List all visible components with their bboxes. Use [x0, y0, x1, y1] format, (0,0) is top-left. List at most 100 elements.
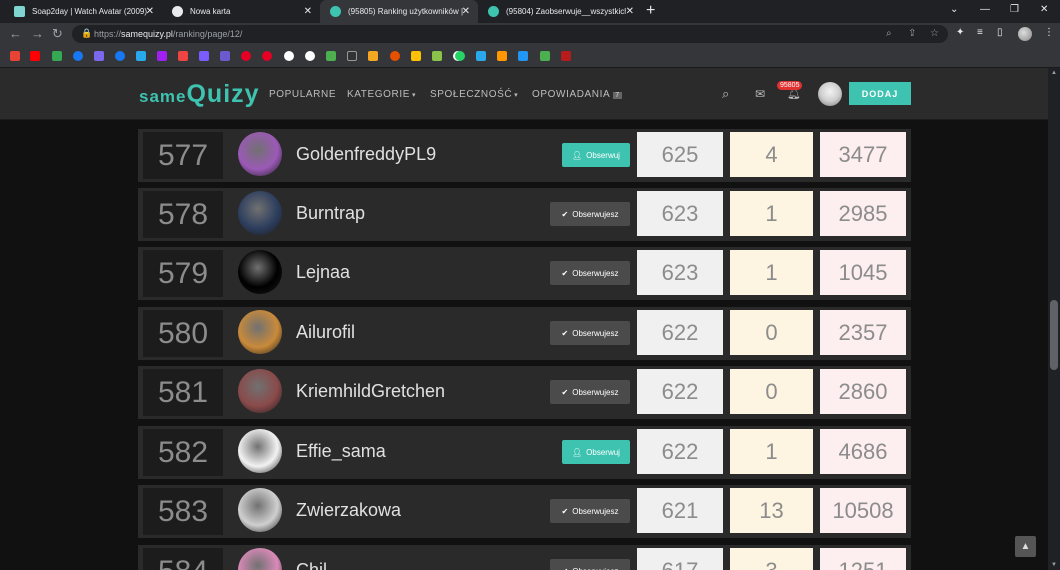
scroll-down-icon[interactable]: ▼ [1051, 562, 1057, 568]
bookmark-icon[interactable] [497, 51, 507, 61]
following-button[interactable]: ✔Obserwujesz [550, 380, 630, 404]
avatar[interactable] [238, 310, 282, 354]
bookmark-pinterest-icon[interactable] [241, 51, 251, 61]
avatar[interactable] [818, 82, 842, 106]
close-icon[interactable]: ✕ [462, 6, 470, 17]
bookmark-icon[interactable] [94, 51, 104, 61]
avatar[interactable] [238, 429, 282, 473]
bookmark-icon[interactable] [518, 51, 528, 61]
bookmark-icon[interactable] [347, 51, 357, 61]
bookmark-icon[interactable] [178, 51, 188, 61]
bookmark-telegram-icon[interactable] [136, 51, 146, 61]
close-icon[interactable]: ✕ [146, 6, 154, 17]
bookmark-icon[interactable] [390, 51, 400, 61]
nav-item-opowiadania[interactable]: OPOWIADANIA 7 [532, 89, 622, 100]
forward-icon[interactable]: → [31, 26, 44, 41]
following-button[interactable]: ✔Obserwujesz [550, 499, 630, 523]
page-scrollbar[interactable]: ▲ ▼ [1048, 68, 1060, 570]
reload-icon[interactable]: ↻ [52, 26, 63, 42]
bookmark-icon[interactable] [561, 51, 571, 61]
stat-cell-1: 621 [637, 488, 723, 533]
following-button[interactable]: ✔Obserwujesz [550, 202, 630, 226]
following-button[interactable]: ✔Obserwujesz [550, 559, 630, 570]
browser-tab[interactable]: (95804) Zaobserwuje__wszystkich ✕ [478, 0, 642, 23]
rank-number: 577 [143, 132, 223, 179]
following-button[interactable]: ✔Obserwujesz [550, 261, 630, 285]
username-link[interactable]: Zwierzakowa [296, 500, 401, 521]
bookmark-icon[interactable] [326, 51, 336, 61]
share-icon[interactable]: ⇪ [908, 28, 916, 39]
username-link[interactable]: KriemhildGretchen [296, 381, 445, 402]
close-window-icon[interactable]: ✕ [1040, 4, 1048, 15]
zoom-icon[interactable]: ⌕ [886, 28, 892, 39]
avatar[interactable] [238, 488, 282, 532]
bookmark-icon[interactable] [540, 51, 550, 61]
lock-icon: 🔒 [81, 28, 93, 38]
scrollbar-thumb[interactable] [1050, 300, 1058, 370]
follow-button[interactable]: 👤︎ Obserwuj [562, 440, 630, 464]
nav-item-kategorie[interactable]: KATEGORIE ▾ [347, 89, 416, 100]
chevron-down-icon: ▾ [412, 92, 417, 99]
avatar[interactable] [238, 369, 282, 413]
bookmark-icon[interactable] [476, 51, 486, 61]
bookmark-icon[interactable] [368, 51, 378, 61]
table-row: 579 Lejnaa ✔ Obserwujesz 623 1 1045 [138, 247, 911, 300]
address-bar[interactable]: 🔒 https://samequizy.pl/ranking/page/12/ … [72, 25, 948, 43]
bookmark-icon[interactable] [220, 51, 230, 61]
tab-title: (95804) Zaobserwuje__wszystkich [506, 7, 626, 16]
more-menu-icon[interactable]: ⋮ [1044, 27, 1054, 38]
bookmark-youtube-icon[interactable] [30, 51, 40, 61]
check-icon: ✔ [561, 268, 569, 278]
table-row: 582 Effie_sama 👤︎ Obserwuj 622 1 4686 [138, 426, 911, 479]
bookmark-whatsapp-icon[interactable] [455, 51, 465, 61]
username-link[interactable]: Ailurofil [296, 322, 355, 343]
follow-button[interactable]: 👤︎ Obserwuj [562, 143, 630, 167]
site-logo[interactable]: sameQuizy [139, 80, 260, 109]
star-icon[interactable]: ☆ [930, 28, 939, 39]
follow-label: Obserwujesz [572, 328, 619, 338]
extensions-icon[interactable]: ✦ [956, 27, 964, 38]
side-panel-icon[interactable]: ▯ [997, 27, 1003, 38]
profile-avatar[interactable] [1018, 27, 1032, 41]
bookmark-icon[interactable] [305, 51, 315, 61]
bookmark-facebook-icon[interactable] [115, 51, 125, 61]
username-link[interactable]: GoldenfreddyPL9 [296, 144, 436, 165]
maximize-icon[interactable]: ❐ [1010, 4, 1019, 15]
bookmark-icon[interactable] [157, 51, 167, 61]
bookmark-maps-icon[interactable] [52, 51, 62, 61]
close-icon[interactable]: ✕ [626, 6, 634, 17]
back-icon[interactable]: ← [9, 26, 22, 41]
browser-tab[interactable]: Soap2day | Watch Avatar (2009) ✕ [4, 0, 162, 23]
bookmark-gmail-icon[interactable] [10, 51, 20, 61]
plus-icon[interactable]: + [646, 2, 655, 20]
bookmark-icon[interactable] [411, 51, 421, 61]
bookmark-facebook-icon[interactable] [73, 51, 83, 61]
check-icon: ✔ [561, 506, 569, 516]
scroll-to-top-button[interactable]: ▲ [1015, 536, 1036, 557]
search-icon[interactable]: ⌕ [722, 86, 729, 102]
avatar[interactable] [238, 132, 282, 176]
add-button[interactable]: DODAJ [849, 82, 911, 105]
bookmark-icon[interactable] [284, 51, 294, 61]
avatar[interactable] [238, 191, 282, 235]
minimize-icon[interactable]: — [980, 4, 990, 15]
username-link[interactable]: Chil [296, 560, 327, 570]
close-icon[interactable]: ✕ [304, 6, 312, 17]
nav-item-popularne[interactable]: POPULARNE [269, 89, 336, 100]
browser-tab-active[interactable]: (95805) Ranking użytkowników | ✕ [320, 0, 478, 23]
scroll-up-icon[interactable]: ▲ [1051, 70, 1057, 76]
username-link[interactable]: Lejnaa [296, 262, 350, 283]
bookmark-icon[interactable] [199, 51, 209, 61]
avatar[interactable] [238, 548, 282, 570]
avatar[interactable] [238, 250, 282, 294]
username-link[interactable]: Burntrap [296, 203, 365, 224]
browser-tab[interactable]: Nowa karta ✕ [162, 0, 320, 23]
bookmark-pinterest-icon[interactable] [262, 51, 272, 61]
nav-item-spolecznosc[interactable]: SPOŁECZNOŚĆ ▾ [430, 89, 518, 100]
bookmark-icon[interactable] [432, 51, 442, 61]
following-button[interactable]: ✔Obserwujesz [550, 321, 630, 345]
username-link[interactable]: Effie_sama [296, 441, 386, 462]
mail-icon[interactable]: ✉ [755, 87, 765, 101]
chevron-down-icon[interactable]: ⌄ [950, 4, 958, 15]
reading-list-icon[interactable]: ≡ [977, 27, 983, 38]
